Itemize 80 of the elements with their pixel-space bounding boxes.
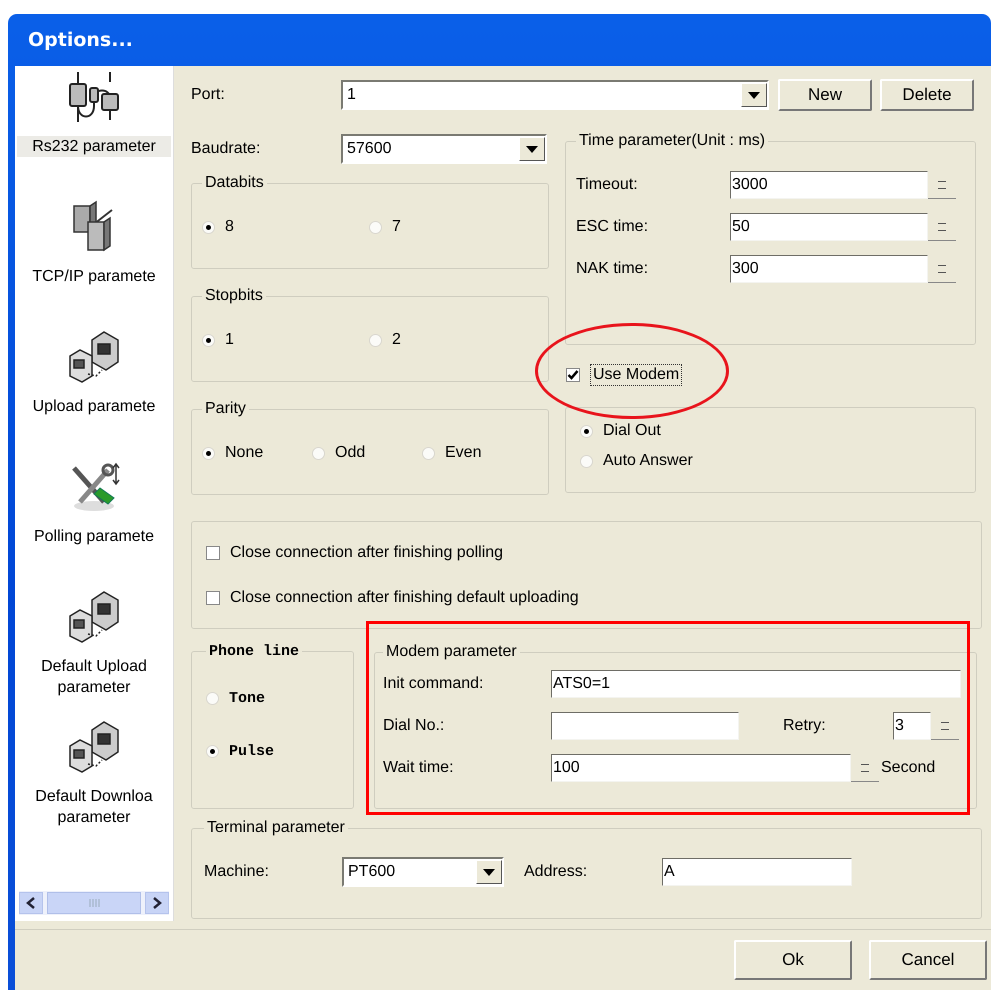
window-title: Options...	[28, 29, 133, 51]
group-label: Parity	[204, 400, 247, 418]
radio-option[interactable]: Odd	[312, 444, 422, 462]
sidebar-label: Default Downloa parameter	[34, 787, 154, 828]
dialog-button[interactable]: Ok	[734, 940, 852, 980]
radio-option[interactable]: Tone	[206, 690, 339, 707]
option-checkbox[interactable]: Close connection after finishing polling	[206, 544, 967, 562]
radio-option[interactable]: 1	[202, 331, 369, 349]
machine-dropdown[interactable]: PT600	[342, 857, 504, 887]
dialog-button[interactable]: New	[778, 79, 872, 111]
sidebar-item[interactable]: Default Upload parameter	[15, 586, 173, 716]
group-label: Stopbits	[204, 287, 264, 305]
radio-option[interactable]: Pulse	[206, 743, 339, 760]
field-label: Address:	[524, 863, 588, 881]
group-label: Time parameter(Unit : ms)	[578, 132, 766, 150]
number-field[interactable]: 50	[730, 213, 928, 241]
sidebar-label: TCP/IP paramete	[31, 267, 157, 287]
text-field[interactable]: A	[662, 858, 852, 886]
radio-option[interactable]: 7	[369, 218, 536, 236]
field-label: NAK time:	[576, 260, 650, 278]
radio-indicator[interactable]	[369, 334, 382, 346]
field-label: Retry:	[783, 717, 827, 735]
field-label: Dial No.:	[383, 717, 446, 735]
sidebar-item[interactable]: Upload paramete	[15, 326, 173, 456]
field-label: ESC time:	[576, 218, 650, 236]
sidebar-item[interactable]: Rs232 parameter	[15, 66, 173, 196]
chevron-right-icon	[152, 897, 162, 909]
group-label: Terminal parameter	[206, 819, 346, 837]
option-checkbox[interactable]: Close connection after finishing default uploading	[206, 589, 967, 607]
number-field[interactable]: 100	[551, 754, 851, 782]
radio-option[interactable]: Even	[422, 444, 532, 462]
sidebar-item[interactable]: TCP/IP paramete	[15, 196, 173, 326]
chevron-left-icon	[26, 897, 36, 909]
checkbox-indicator[interactable]	[206, 591, 220, 605]
scroll-right-button[interactable]	[145, 892, 169, 914]
sidebar-label: Polling paramete	[32, 527, 156, 547]
port-dropdown[interactable]: 1	[341, 80, 769, 110]
group-label: Phone line	[208, 643, 300, 660]
field-label: Timeout:	[576, 176, 639, 194]
baudrate-label: Baudrate:	[191, 140, 262, 158]
dialog-button[interactable]: Cancel	[869, 940, 987, 980]
unit-label: Second	[881, 759, 936, 777]
sidebar-label: Default Upload parameter	[40, 657, 148, 698]
field-label: Machine:	[204, 863, 270, 881]
sidebar-item[interactable]: Polling paramete	[15, 456, 173, 586]
group-label: Modem parameter	[385, 643, 518, 661]
number-field[interactable]: 300	[730, 255, 928, 283]
radio-option[interactable]: Dial Out	[580, 422, 961, 440]
radio-indicator[interactable]	[580, 424, 593, 438]
number-field[interactable]: 3	[893, 712, 931, 740]
field-label: Wait time:	[383, 759, 455, 777]
text-field[interactable]	[551, 712, 739, 740]
radio-option[interactable]: Auto Answer	[580, 452, 961, 470]
radio-indicator[interactable]	[202, 446, 215, 460]
radio-option[interactable]: 8	[202, 218, 369, 236]
radio-indicator[interactable]	[202, 334, 215, 346]
sidebar-label: Rs232 parameter	[17, 136, 171, 157]
field-label: Init command:	[383, 675, 484, 693]
radio-indicator[interactable]	[369, 220, 382, 234]
sidebar-item[interactable]: Default Downloa parameter	[15, 716, 173, 846]
radio-indicator[interactable]	[422, 446, 435, 460]
number-field[interactable]: 3000	[730, 171, 928, 199]
scrollbar[interactable]	[19, 891, 169, 915]
radio-indicator[interactable]	[206, 692, 219, 705]
radio-indicator[interactable]	[312, 446, 325, 460]
port-label: Port:	[191, 86, 226, 104]
group-label: Databits	[204, 174, 265, 192]
scroll-thumb[interactable]	[47, 892, 141, 914]
dialog-button[interactable]: Delete	[880, 79, 974, 111]
baudrate-dropdown[interactable]: 57600	[341, 134, 547, 164]
text-field[interactable]: ATS0=1	[551, 670, 961, 698]
radio-indicator[interactable]	[202, 220, 215, 234]
radio-indicator[interactable]	[206, 745, 219, 758]
scroll-left-button[interactable]	[19, 892, 43, 914]
radio-option[interactable]: None	[202, 444, 312, 462]
checkbox-indicator[interactable]	[566, 368, 580, 382]
radio-indicator[interactable]	[580, 454, 593, 468]
checkbox-indicator[interactable]	[206, 546, 220, 560]
sidebar-label: Upload paramete	[32, 397, 156, 417]
radio-option[interactable]: 2	[369, 331, 536, 349]
